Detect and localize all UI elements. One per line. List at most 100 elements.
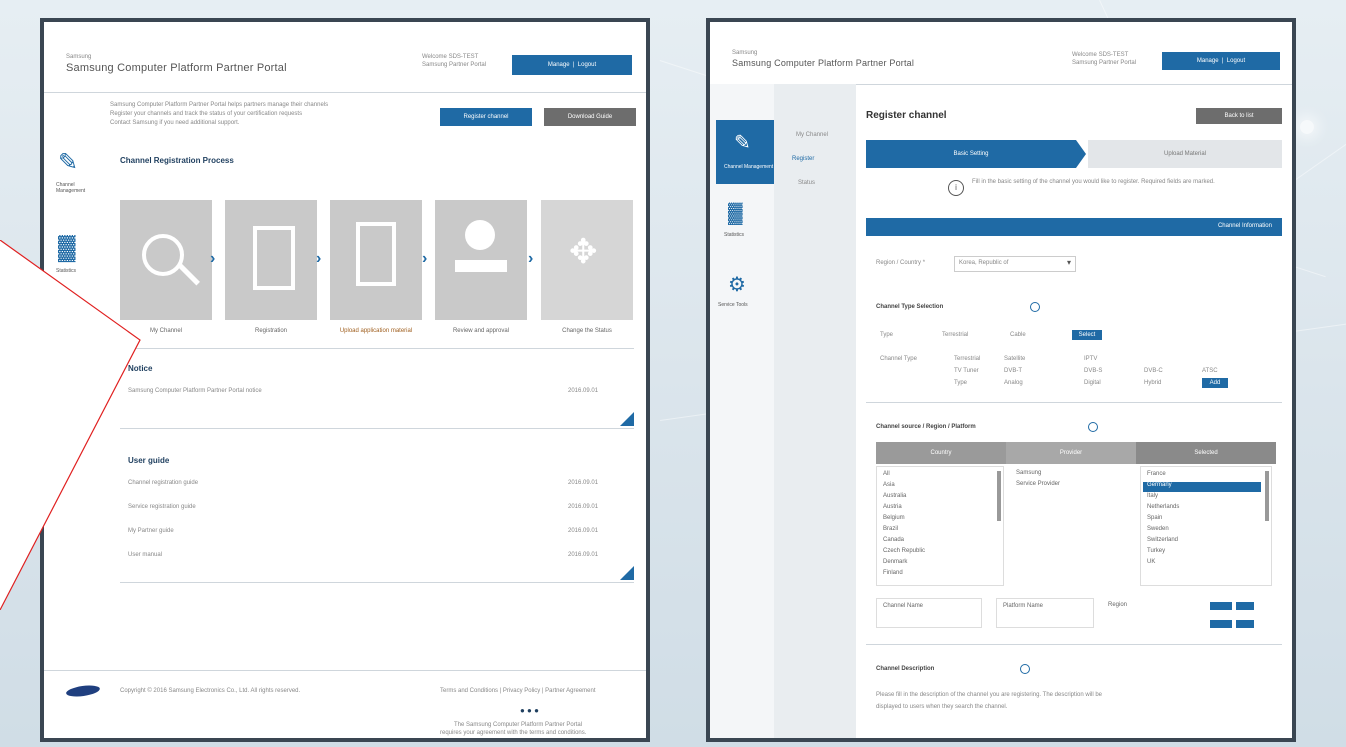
scrollbar[interactable]	[1265, 471, 1269, 521]
row-cell[interactable]: DVB-S	[1084, 368, 1102, 374]
stamp-icon	[465, 220, 495, 250]
process-heading: Channel Registration Process	[120, 156, 234, 165]
row-cell[interactable]: Analog	[1004, 380, 1023, 386]
list-item[interactable]: Switzerland	[1147, 537, 1178, 543]
sidebar-active-item[interactable]: ✎ Channel Management	[716, 120, 774, 184]
list-item[interactable]: Netherlands	[1147, 504, 1179, 510]
back-to-list-button[interactable]: Back to list	[1196, 108, 1282, 124]
footer-copyright: Copyright © 2016 Samsung Electronics Co.…	[120, 688, 301, 694]
provider-list[interactable]: Samsung Service Provider	[1010, 466, 1130, 584]
info-text: Fill in the basic setting of the channel…	[972, 179, 1215, 185]
process-step-review	[435, 200, 527, 320]
user-line-2: Samsung Partner Portal	[422, 62, 487, 68]
description-heading: Channel Description	[876, 666, 935, 672]
small-action-button[interactable]	[1210, 602, 1232, 610]
list-item[interactable]: UK	[1147, 559, 1155, 565]
list-item[interactable]: Asia	[883, 482, 895, 488]
row-cell[interactable]: Hybrid	[1144, 380, 1161, 386]
list-item[interactable]: France	[1147, 471, 1166, 477]
scrollbar[interactable]	[997, 471, 1001, 521]
section-bar: Channel Information	[866, 218, 1282, 236]
help-icon	[1020, 664, 1030, 674]
register-channel-title: Register channel	[866, 110, 947, 121]
row-cell[interactable]: Terrestrial	[954, 356, 980, 362]
register-channel-button[interactable]: Register channel	[440, 108, 532, 126]
region-select[interactable]: Korea, Republic of ▾	[954, 256, 1076, 272]
guide-date: 2016.09.01	[568, 528, 599, 534]
user-line-1: Welcome SDS-TEST	[422, 54, 479, 60]
subnav-item[interactable]: My Channel	[796, 132, 828, 138]
logout-button[interactable]: Logout	[578, 62, 596, 68]
platform-name-field[interactable]: Platform Name	[996, 598, 1094, 628]
sources-heading: Channel source / Region / Platform	[876, 424, 976, 430]
list-item[interactable]: Sweden	[1147, 526, 1169, 532]
step-basic-setting[interactable]: Basic Setting	[866, 140, 1076, 168]
row-cell: Type	[954, 380, 968, 386]
footer-bottom-1: The Samsung Computer Platform Partner Po…	[454, 722, 583, 728]
list-item[interactable]: Italy	[1147, 493, 1158, 499]
page-title: Samsung Computer Platform Partner Portal	[66, 62, 287, 74]
step-upload-material[interactable]: Upload Material	[1088, 140, 1282, 168]
manage-button[interactable]: Manage	[548, 62, 570, 68]
manage-button[interactable]: Manage	[1197, 58, 1219, 64]
add-button[interactable]: Add	[1202, 378, 1228, 388]
list-item[interactable]: Turkey	[1147, 548, 1165, 554]
row-cell[interactable]: Digital	[1084, 380, 1101, 386]
subnav-item-active[interactable]: Register	[792, 156, 814, 162]
right-portal-screenshot: Samsung Samsung Computer Platform Partne…	[706, 18, 1296, 742]
country-list[interactable]: All Asia Australia Austria Belgium Brazi…	[876, 466, 1004, 586]
list-item[interactable]: Austria	[883, 504, 902, 510]
list-item[interactable]: Belgium	[883, 515, 905, 521]
list-item[interactable]: Spain	[1147, 515, 1162, 521]
tools-icon[interactable]: ⚙	[728, 272, 746, 297]
list-item[interactable]: Denmark	[883, 559, 907, 565]
document-icon	[253, 226, 295, 290]
header-buttons: Manage | Logout	[512, 55, 632, 75]
type-tab[interactable]: Terrestrial	[942, 332, 968, 338]
small-action-button[interactable]	[1236, 602, 1254, 610]
logout-button[interactable]: Logout	[1227, 58, 1245, 64]
subnav-item[interactable]: Status	[798, 180, 815, 186]
list-item[interactable]: Czech Republic	[883, 548, 925, 554]
more-corner-icon[interactable]	[620, 566, 634, 580]
list-item[interactable]: Australia	[883, 493, 906, 499]
type-tab[interactable]: Type	[880, 332, 893, 338]
list-item[interactable]: Canada	[883, 537, 904, 543]
notice-date: 2016.09.01	[568, 388, 599, 394]
small-action-button[interactable]	[1210, 620, 1232, 628]
small-action-button[interactable]	[1236, 620, 1254, 628]
list-item[interactable]: Germany	[1147, 482, 1172, 488]
table-header-provider: Provider	[1006, 442, 1136, 464]
list-item[interactable]: Samsung	[1016, 470, 1041, 476]
side-label-stats[interactable]: Statistics	[724, 232, 744, 238]
download-guide-button[interactable]: Download Guide	[544, 108, 636, 126]
select-button[interactable]: Select	[1072, 330, 1102, 340]
selected-list[interactable]: France Germany Italy Netherlands Spain S…	[1140, 466, 1272, 586]
side-label-channel[interactable]: Channel Management	[56, 182, 96, 194]
region-field-label: Region	[1108, 602, 1128, 608]
row-cell[interactable]: DVB-C	[1144, 368, 1163, 374]
type-tab[interactable]: Cable	[1010, 332, 1026, 338]
channel-name-field[interactable]: Channel Name	[876, 598, 982, 628]
list-item[interactable]: Finland	[883, 570, 903, 576]
chart-icon[interactable]: ▓	[728, 202, 743, 225]
page-title: Samsung Computer Platform Partner Portal	[732, 58, 915, 68]
row-cell[interactable]: Satellite	[1004, 356, 1025, 362]
side-label-channel: Channel Management	[724, 164, 774, 170]
user-line-2: Samsung Partner Portal	[1072, 60, 1137, 66]
list-item[interactable]: Brazil	[883, 526, 898, 532]
description-line: Please fill in the description of the ch…	[876, 692, 1103, 698]
guide-date: 2016.09.01	[568, 552, 599, 558]
row-cell[interactable]: DVB-T	[1004, 368, 1022, 374]
list-item[interactable]: All	[883, 471, 890, 477]
help-icon	[1088, 422, 1098, 432]
row-cell[interactable]: ATSC	[1202, 368, 1218, 374]
row-cell[interactable]: IPTV	[1084, 356, 1097, 362]
row-cell: Channel Type	[880, 356, 917, 362]
register-icon[interactable]: ✎	[58, 148, 78, 177]
more-corner-icon[interactable]	[620, 412, 634, 426]
list-item[interactable]: Service Provider	[1016, 481, 1060, 487]
process-step-upload	[330, 200, 422, 320]
side-label-tools[interactable]: Service Tools	[718, 302, 748, 308]
footer-links[interactable]: Terms and Conditions | Privacy Policy | …	[440, 688, 596, 694]
